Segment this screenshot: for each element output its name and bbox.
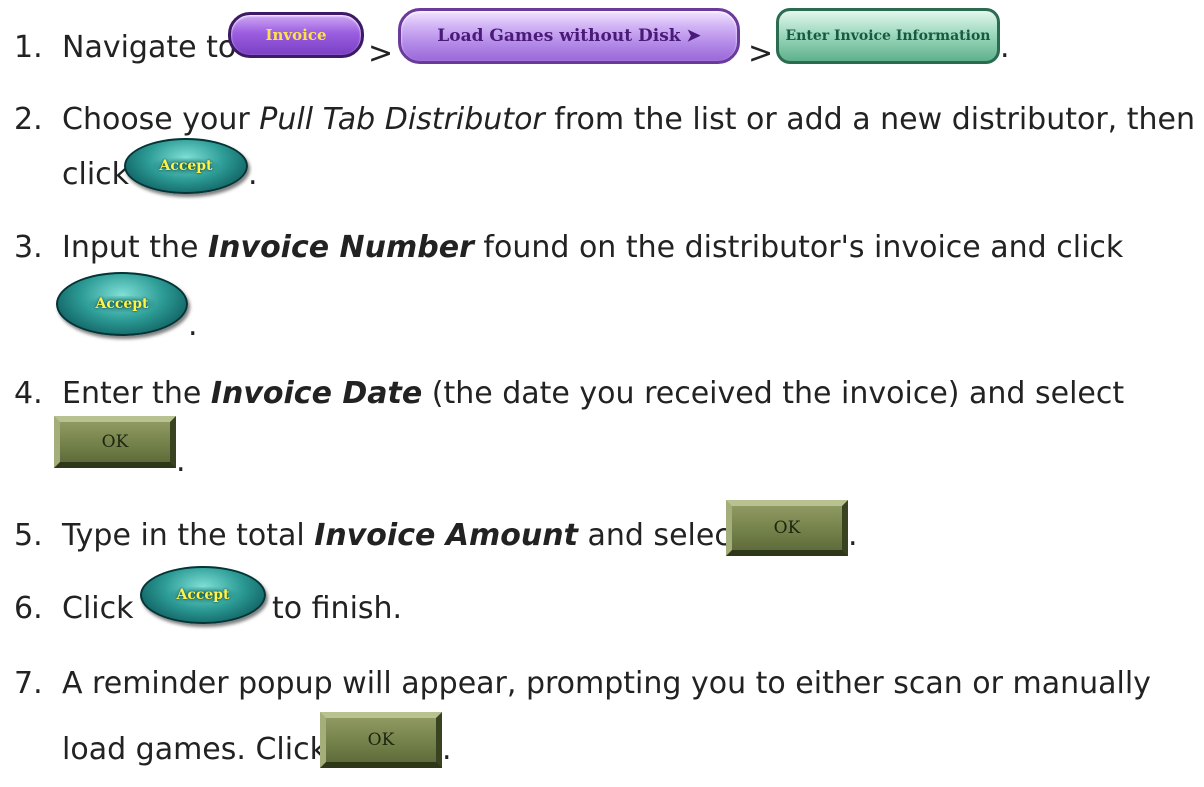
- step-text: Input the Invoice Number found on the di…: [62, 228, 1123, 268]
- accept-button[interactable]: Accept: [140, 566, 266, 624]
- ok-button[interactable]: OK: [726, 500, 848, 556]
- bold-term: Invoice Number: [208, 230, 474, 265]
- step-number: 7.: [14, 666, 43, 701]
- accept-label: Accept: [153, 158, 219, 174]
- text-segment: (the date you received the invoice) and …: [422, 376, 1125, 411]
- accept-button[interactable]: Accept: [124, 138, 248, 194]
- text-segment: and select: [577, 518, 743, 553]
- text-segment: Type in the total: [62, 518, 315, 553]
- step-text: Click: [62, 591, 134, 626]
- step-text: A reminder popup will appear, prompting …: [62, 666, 1151, 701]
- enter-invoice-information-button[interactable]: Enter Invoice Information: [776, 8, 1000, 64]
- step-number: 5.: [14, 518, 43, 553]
- text-segment: Choose your: [62, 102, 260, 137]
- step-text: Choose your Pull Tab Distributor from th…: [62, 100, 1195, 140]
- step-text: click: [62, 157, 130, 192]
- period: .: [1000, 30, 1010, 65]
- period: .: [848, 518, 858, 553]
- period: .: [248, 157, 258, 192]
- ok-button[interactable]: OK: [54, 416, 176, 468]
- ok-button[interactable]: OK: [320, 712, 442, 768]
- breadcrumb-separator: >: [748, 36, 774, 71]
- step-number: 3.: [14, 230, 43, 265]
- step-number: 6.: [14, 591, 43, 626]
- invoice-button[interactable]: Invoice: [228, 12, 364, 58]
- period: .: [176, 444, 186, 479]
- step-number: 4.: [14, 376, 43, 411]
- text-segment: found on the distributor's invoice and c…: [473, 230, 1124, 265]
- breadcrumb-separator: >: [368, 36, 394, 71]
- accept-button[interactable]: Accept: [56, 272, 188, 336]
- text-segment: Enter the: [62, 376, 211, 411]
- text-segment: from the list or add a new distributor, …: [544, 102, 1195, 137]
- text-segment: Input the: [62, 230, 208, 265]
- period: .: [188, 308, 198, 343]
- bold-term: Invoice Date: [210, 376, 423, 411]
- load-games-without-disk-button[interactable]: Load Games without Disk ➤: [398, 8, 740, 64]
- step-number: 2.: [14, 102, 43, 137]
- accept-label: Accept: [89, 296, 155, 312]
- step-text: Type in the total Invoice Amount and sel…: [62, 516, 743, 556]
- step-text: Enter the Invoice Date (the date you rec…: [62, 374, 1124, 414]
- bold-term: Invoice Amount: [314, 518, 578, 553]
- accept-label: Accept: [170, 587, 236, 603]
- step-text: load games. Click: [62, 732, 327, 767]
- period: .: [442, 732, 452, 767]
- italic-term: Pull Tab Distributor: [259, 102, 545, 137]
- step-text: Navigate to: [62, 30, 237, 65]
- step-text: to finish.: [272, 591, 403, 626]
- step-number: 1.: [14, 30, 43, 65]
